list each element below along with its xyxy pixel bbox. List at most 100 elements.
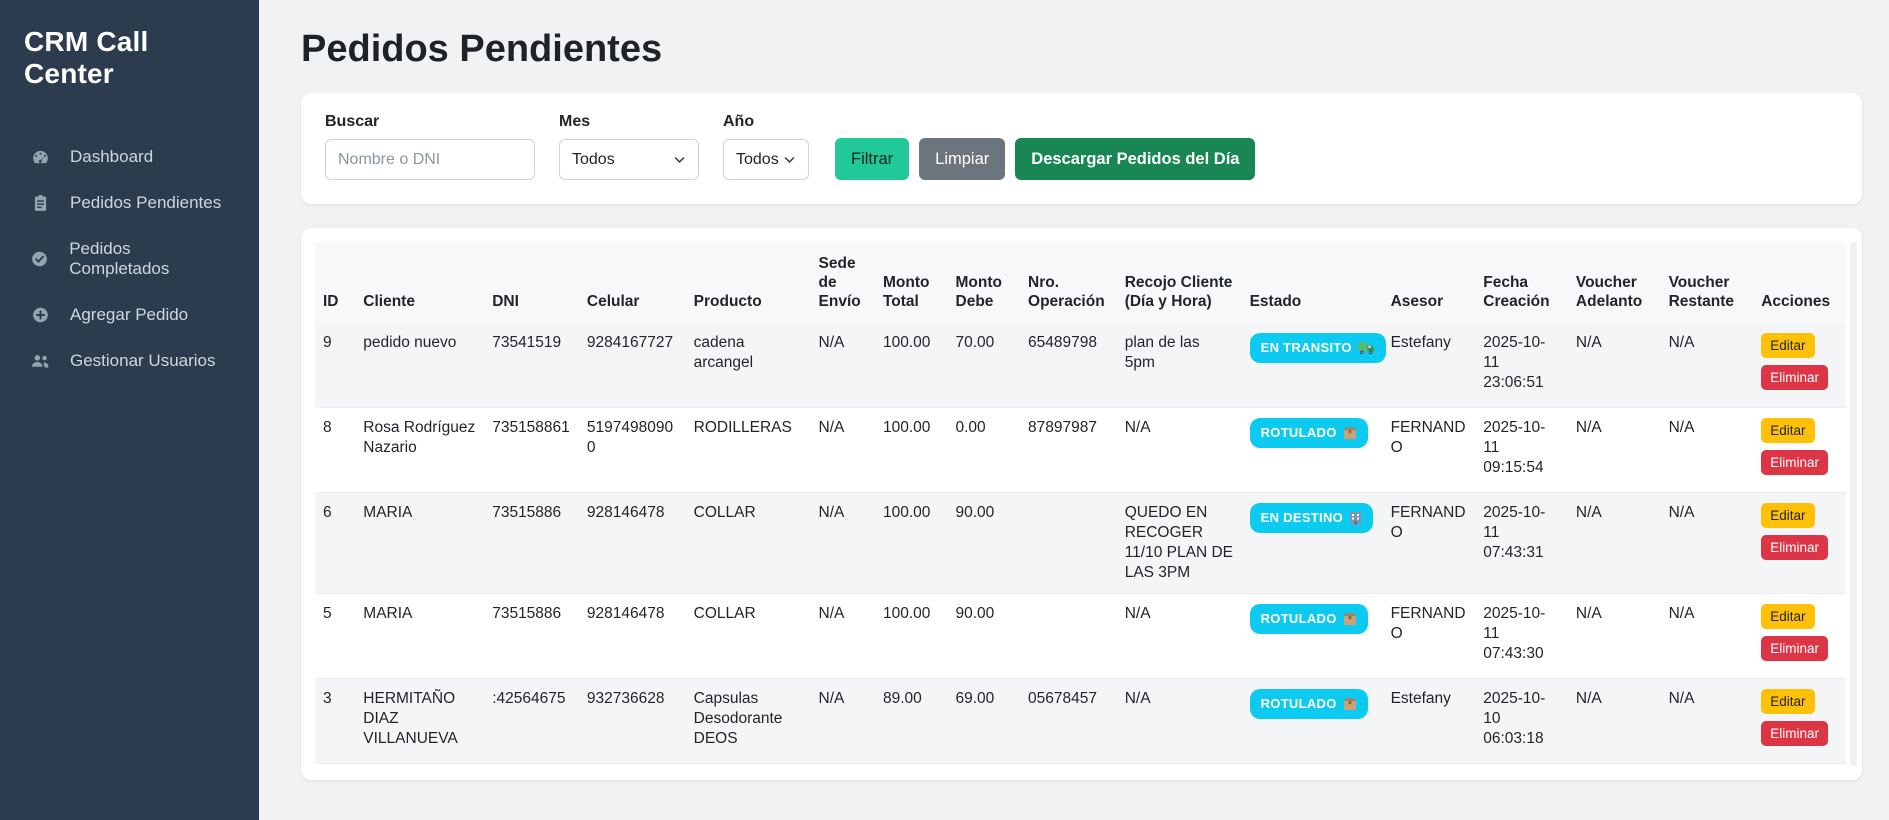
- col-sede-envio: Sede de Envío: [811, 242, 875, 323]
- page-title: Pedidos Pendientes: [301, 28, 1862, 71]
- editar-button[interactable]: Editar: [1761, 503, 1814, 528]
- cell-monto-total: 100.00: [875, 594, 948, 679]
- cell-dni: :42564675: [484, 679, 579, 764]
- sidebar-item-dashboard[interactable]: Dashboard: [0, 134, 259, 180]
- status-badge: EN TRANSITO: [1250, 333, 1386, 363]
- sidebar-item-pedidos-pendientes[interactable]: Pedidos Pendientes: [0, 180, 259, 226]
- cell-cliente: Rosa Rodríguez Nazario: [355, 408, 484, 493]
- cell-acciones: Editar Eliminar: [1753, 408, 1846, 493]
- sidebar-item-label: Agregar Pedido: [70, 305, 188, 325]
- cell-estado: ROTULADO: [1242, 679, 1383, 764]
- search-input[interactable]: [325, 139, 535, 180]
- orders-table: ID Cliente DNI Celular Producto Sede de …: [315, 242, 1846, 764]
- cell-asesor: FERNANDO: [1383, 408, 1476, 493]
- editar-button[interactable]: Editar: [1761, 418, 1814, 443]
- col-recojo-cliente: Recojo Cliente (Día y Hora): [1117, 242, 1242, 323]
- cell-estado: ROTULADO: [1242, 408, 1383, 493]
- col-voucher-adelanto: Voucher Adelanto: [1568, 242, 1661, 323]
- cell-acciones: Editar Eliminar: [1753, 679, 1846, 764]
- col-asesor: Asesor: [1383, 242, 1476, 323]
- cell-estado: ROTULADO: [1242, 594, 1383, 679]
- cell-celular: 928146478: [579, 493, 686, 594]
- eliminar-button[interactable]: Eliminar: [1761, 721, 1828, 746]
- status-label: EN DESTINO: [1261, 508, 1343, 528]
- cell-fecha-creacion: 2025-10-11 07:43:31: [1475, 493, 1568, 594]
- limpiar-button[interactable]: Limpiar: [919, 138, 1005, 180]
- sidebar-item-label: Pedidos Pendientes: [70, 193, 221, 213]
- eliminar-button[interactable]: Eliminar: [1761, 636, 1828, 661]
- filter-panel: Buscar Mes Todos Año Todos Filtrar Limpi…: [301, 93, 1862, 204]
- table-row: 5 MARIA 73515886 928146478 COLLAR N/A 10…: [315, 594, 1846, 679]
- eliminar-button[interactable]: Eliminar: [1761, 450, 1828, 475]
- table-scrollbar[interactable]: [1850, 242, 1857, 766]
- cell-recojo-cliente: N/A: [1117, 594, 1242, 679]
- cell-producto: COLLAR: [686, 594, 811, 679]
- cell-nro-operacion: [1020, 493, 1117, 594]
- cell-dni: 735158861: [484, 408, 579, 493]
- store-icon: [1349, 511, 1362, 525]
- table-row: 6 MARIA 73515886 928146478 COLLAR N/A 10…: [315, 493, 1846, 594]
- cell-sede-envio: N/A: [811, 493, 875, 594]
- col-id: ID: [315, 242, 355, 323]
- eliminar-button[interactable]: Eliminar: [1761, 535, 1828, 560]
- cell-asesor: Estefany: [1383, 323, 1476, 408]
- package-icon: [1343, 426, 1357, 440]
- cell-producto: RODILLERAS: [686, 408, 811, 493]
- eliminar-button[interactable]: Eliminar: [1761, 365, 1828, 390]
- cell-voucher-adelanto: N/A: [1568, 493, 1661, 594]
- cell-monto-total: 100.00: [875, 493, 948, 594]
- mes-select[interactable]: Todos: [559, 139, 699, 180]
- cell-monto-total: 100.00: [875, 323, 948, 408]
- cell-dni: 73515886: [484, 493, 579, 594]
- chevron-down-icon: [783, 153, 796, 166]
- sidebar-item-label: Dashboard: [70, 147, 153, 167]
- app-title: CRM Call Center: [0, 0, 259, 100]
- package-icon: [1343, 697, 1357, 711]
- col-acciones: Acciones: [1753, 242, 1846, 323]
- ano-select[interactable]: Todos: [723, 139, 809, 180]
- cell-acciones: Editar Eliminar: [1753, 594, 1846, 679]
- sidebar-item-pedidos-completados[interactable]: Pedidos Completados: [0, 226, 259, 292]
- col-dni: DNI: [484, 242, 579, 323]
- cell-fecha-creacion: 2025-10-11 07:43:30: [1475, 594, 1568, 679]
- editar-button[interactable]: Editar: [1761, 689, 1814, 714]
- col-voucher-restante: Voucher Restante: [1661, 242, 1754, 323]
- cell-id: 3: [315, 679, 355, 764]
- table-row: 3 HERMITAÑO DIAZ VILLANUEVA :42564675 93…: [315, 679, 1846, 764]
- cell-cliente: MARIA: [355, 493, 484, 594]
- filtrar-button[interactable]: Filtrar: [835, 138, 909, 180]
- cell-sede-envio: N/A: [811, 679, 875, 764]
- sidebar-nav: Dashboard Pedidos Pendientes Pedidos Com…: [0, 134, 259, 384]
- col-producto: Producto: [686, 242, 811, 323]
- table-row: 9 pedido nuevo 73541519 9284167727 caden…: [315, 323, 1846, 408]
- cell-id: 8: [315, 408, 355, 493]
- check-circle-icon: [30, 250, 49, 268]
- status-badge: ROTULADO: [1250, 604, 1368, 634]
- cell-monto-debe: 90.00: [948, 493, 1021, 594]
- cell-celular: 9284167727: [579, 323, 686, 408]
- cell-recojo-cliente: QUEDO EN RECOGER 11/10 PLAN DE LAS 3PM: [1117, 493, 1242, 594]
- cell-monto-debe: 70.00: [948, 323, 1021, 408]
- cell-acciones: Editar Eliminar: [1753, 493, 1846, 594]
- ano-select-value: Todos: [736, 151, 779, 169]
- package-icon: [1343, 612, 1357, 626]
- col-nro-operacion: Nro. Operación: [1020, 242, 1117, 323]
- sidebar-item-label: Gestionar Usuarios: [70, 351, 216, 371]
- gauge-icon: [30, 148, 50, 166]
- cell-producto: Capsulas Desodorante DEOS: [686, 679, 811, 764]
- orders-table-card: ID Cliente DNI Celular Producto Sede de …: [301, 228, 1862, 780]
- editar-button[interactable]: Editar: [1761, 604, 1814, 629]
- descargar-pedidos-button[interactable]: Descargar Pedidos del Día: [1015, 138, 1255, 180]
- cell-voucher-adelanto: N/A: [1568, 594, 1661, 679]
- clipboard-icon: [30, 194, 50, 212]
- col-celular: Celular: [579, 242, 686, 323]
- cell-voucher-adelanto: N/A: [1568, 679, 1661, 764]
- cell-voucher-restante: N/A: [1661, 679, 1754, 764]
- status-badge: ROTULADO: [1250, 689, 1368, 719]
- col-estado: Estado: [1242, 242, 1383, 323]
- editar-button[interactable]: Editar: [1761, 333, 1814, 358]
- cell-recojo-cliente: N/A: [1117, 679, 1242, 764]
- cell-fecha-creacion: 2025-10-11 23:06:51: [1475, 323, 1568, 408]
- sidebar-item-gestionar-usuarios[interactable]: Gestionar Usuarios: [0, 338, 259, 384]
- sidebar-item-agregar-pedido[interactable]: Agregar Pedido: [0, 292, 259, 338]
